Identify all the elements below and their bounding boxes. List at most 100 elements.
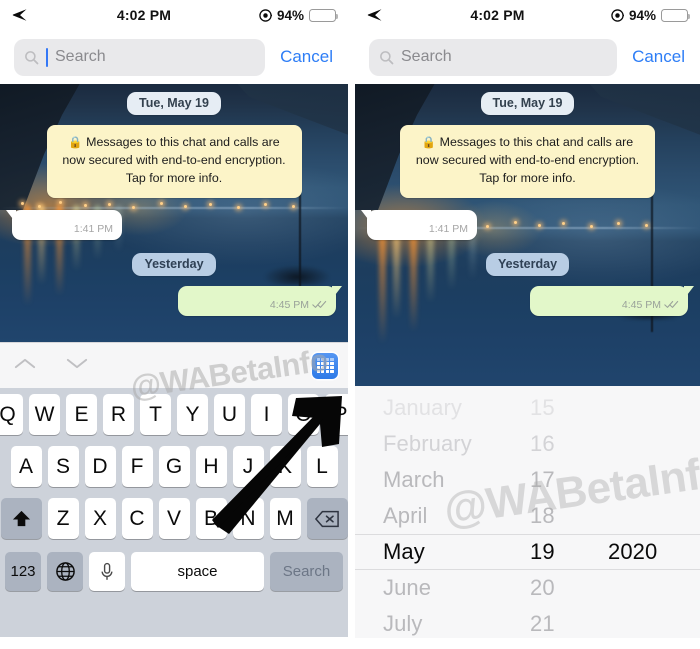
picker-month: January [383,395,462,420]
double-check-icon [312,301,327,309]
picker-year-selected: 2020 [608,539,658,564]
key-n[interactable]: N [232,498,264,539]
key-u[interactable]: U [214,394,245,435]
day-chip: Yesterday [485,252,570,276]
status-bar-clock: 4:02 PM [116,7,172,23]
key-m[interactable]: M [269,498,301,539]
message-bubble-outgoing[interactable]: 4:45 PM [530,285,688,316]
key-j[interactable]: J [232,446,264,487]
key-k[interactable]: K [269,446,301,487]
keyboard-row-2: A S D F G H J K L [0,446,348,487]
picker-day: 16 [530,431,555,456]
day-chip-wrap: Yesterday [10,252,338,276]
key-d[interactable]: D [84,446,116,487]
key-q[interactable]: Q [0,394,23,435]
key-s[interactable]: S [47,446,79,487]
message-timestamp: 4:45 PM [622,299,679,311]
key-e[interactable]: E [66,394,97,435]
globe-icon[interactable] [47,552,83,591]
key-c[interactable]: C [121,498,153,539]
key-l[interactable]: L [306,446,338,487]
message-bubble-incoming[interactable]: 1:41 PM [367,209,477,240]
chat-conversation-left: Tue, May 19 🔒 Messages to this chat and … [0,84,348,342]
cancel-button[interactable]: Cancel [627,47,690,67]
search-key[interactable]: Search [270,552,343,591]
picker-row[interactable]: April 18 [355,498,700,534]
search-icon [25,50,39,64]
calendar-icon[interactable] [312,352,338,379]
key-z[interactable]: Z [47,498,79,539]
chat-messages-right: Tue, May 19 🔒 Messages to this chat and … [355,84,700,316]
search-bar-left: Search Cancel [0,30,348,84]
location-services-icon [611,8,624,22]
day-chip: Yesterday [132,252,216,276]
picker-month: July [383,611,423,636]
key-g[interactable]: G [158,446,190,487]
picker-day-selected: 19 [530,539,555,564]
key-p[interactable]: P [325,394,348,435]
picker-row[interactable]: January 15 [355,390,700,426]
outgoing-time-label: 4:45 PM [269,298,309,311]
message-timestamp: 1:41 PM [73,222,113,235]
key-o[interactable]: O [288,394,319,435]
key-w[interactable]: W [29,394,60,435]
battery-percent-label: 94% [276,7,304,23]
picker-row[interactable]: March 17 [355,462,700,498]
space-key[interactable]: space [131,552,264,591]
lock-icon: 🔒 [68,137,83,149]
chat-conversation-right: Tue, May 19 🔒 Messages to this chat and … [355,84,700,386]
encryption-notice-text: Messages to this chat and calls are now … [415,135,640,185]
status-bar-right-group: 94% [259,7,339,23]
status-bar-left-group [367,8,384,22]
search-input[interactable]: Search [14,38,266,76]
picker-row[interactable]: February 16 [355,426,700,462]
picker-day: 15 [530,395,555,420]
picker-month: February [383,431,472,456]
cancel-button[interactable]: Cancel [275,47,338,67]
picker-row-selected[interactable]: May 19 2020 [355,534,700,570]
location-services-icon [259,8,272,22]
status-bar-left-group [12,8,29,22]
search-placeholder: Search [55,48,106,65]
status-bar-right: 4:02 PM 94% [355,0,700,30]
key-t[interactable]: T [140,394,171,435]
chevron-down-icon[interactable] [66,357,88,375]
battery-low-power-icon [661,8,691,22]
encryption-notice[interactable]: 🔒 Messages to this chat and calls are no… [46,125,302,198]
message-bubble-outgoing[interactable]: 4:45 PM [178,285,336,316]
airplane-mode-icon [12,8,29,22]
microphone-icon[interactable] [89,552,125,591]
screenshot-root: 4:02 PM 94% Search Cancel Tue, May 19 🔒 … [0,0,700,649]
search-input[interactable]: Search [369,38,618,76]
key-b[interactable]: B [195,498,227,539]
status-bar-clock: 4:02 PM [470,7,525,23]
date-picker[interactable]: January 15 February 16 March 17 April 18 [355,386,700,638]
message-timestamp: 4:45 PM [270,299,327,311]
on-screen-keyboard: Q W E R T Y U I O P A S D F G H J K L Z … [0,388,348,637]
shift-icon[interactable] [0,498,42,539]
message-bubble-incoming[interactable]: 1:41 PM [12,209,122,240]
picker-row[interactable]: June 20 [355,570,700,606]
key-x[interactable]: X [84,498,116,539]
picker-month-selected: May [383,539,425,564]
key-a[interactable]: A [10,446,42,487]
picker-row[interactable]: July 21 [355,606,700,638]
battery-percent-label: 94% [628,7,656,23]
delete-icon[interactable] [306,498,348,539]
message-timestamp: 1:41 PM [428,222,468,235]
search-bar-right: Search Cancel [355,30,700,84]
chevron-up-icon[interactable] [14,357,36,375]
key-f[interactable]: F [121,446,153,487]
key-h[interactable]: H [195,446,227,487]
key-y[interactable]: Y [177,394,208,435]
battery-low-power-icon [309,8,339,22]
key-v[interactable]: V [158,498,190,539]
key-r[interactable]: R [103,394,134,435]
phone-screenshot-right: 4:02 PM 94% Search Cancel Tue, May 19 🔒 … [355,0,700,649]
date-picker-rows: January 15 February 16 March 17 April 18 [355,386,700,638]
key-i[interactable]: I [251,394,282,435]
encryption-notice[interactable]: 🔒 Messages to this chat and calls are no… [400,125,655,198]
phone-screenshot-left: 4:02 PM 94% Search Cancel Tue, May 19 🔒 … [0,0,348,649]
numbers-key[interactable]: 123 [5,552,41,591]
picker-month: April [383,503,428,528]
